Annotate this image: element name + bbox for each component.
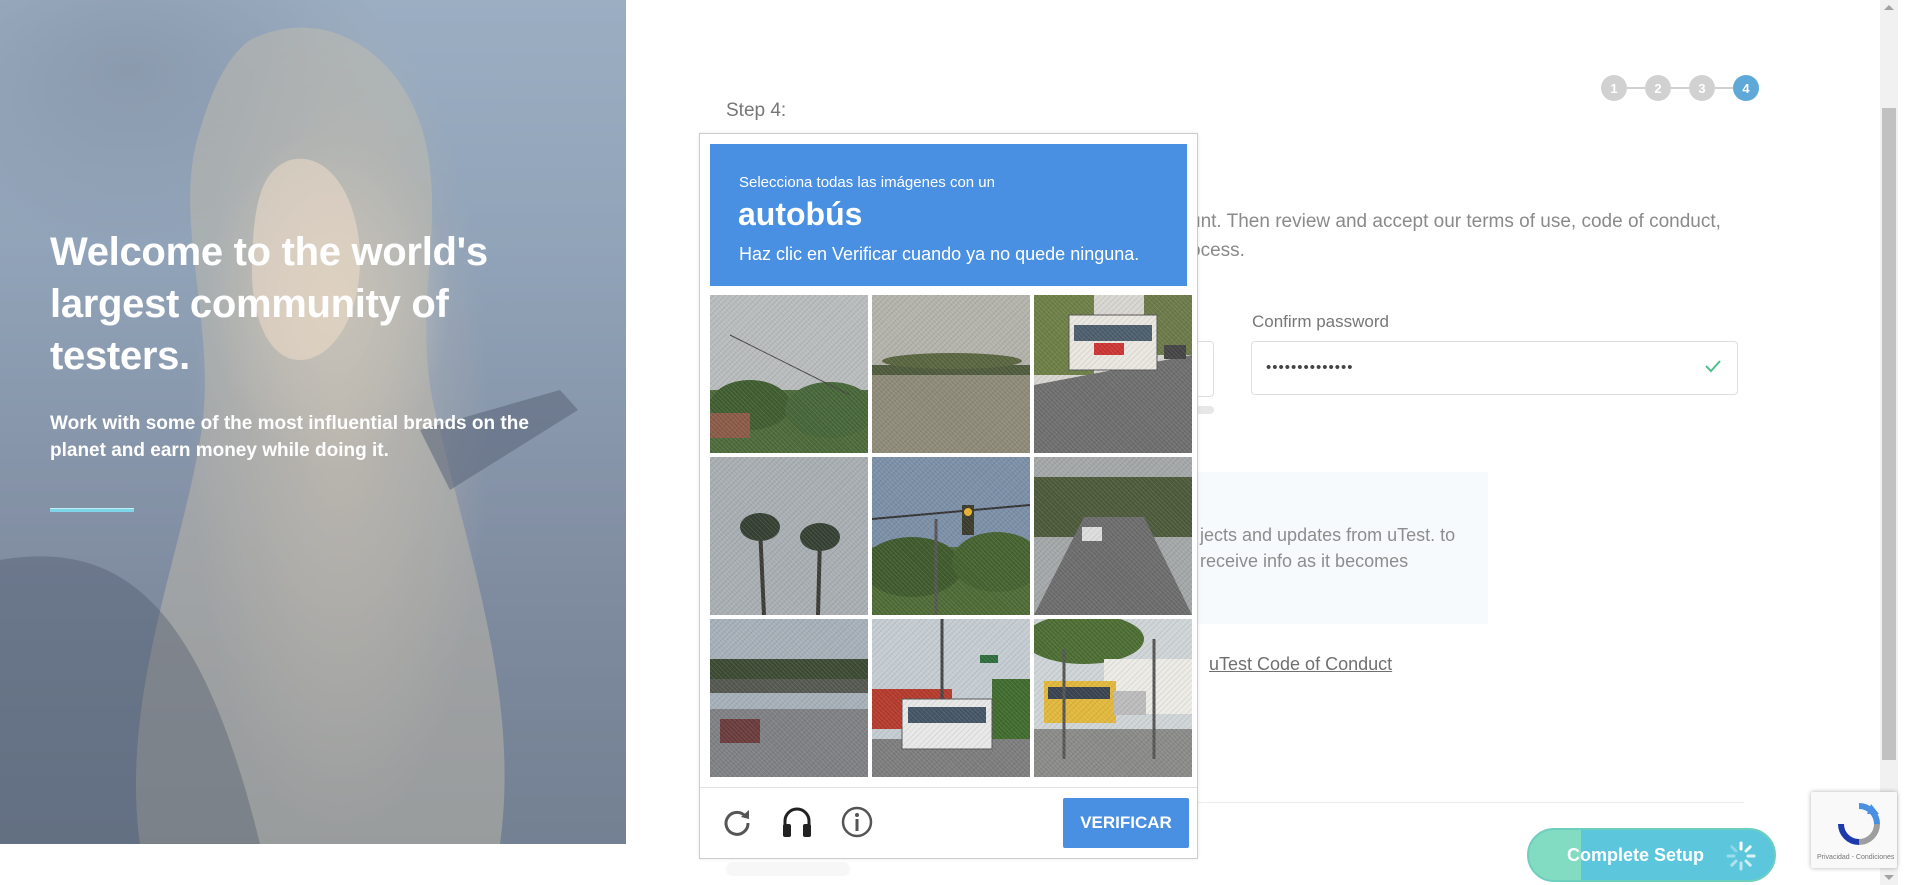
recaptcha-terms: Privacidad - Condiciones	[1817, 854, 1895, 861]
form-divider	[1170, 802, 1744, 803]
hero-panel: Welcome to the world's largest community…	[0, 0, 626, 844]
captcha-tile-5[interactable]	[872, 457, 1030, 615]
hero-title: Welcome to the world's largest community…	[50, 230, 488, 378]
step-1: 1	[1601, 75, 1627, 101]
verify-button[interactable]: VERIFICAR	[1063, 798, 1189, 848]
reload-icon[interactable]	[720, 805, 754, 839]
confirm-password-value: ••••••••••••••	[1266, 359, 1354, 376]
step-label: Step 4:	[726, 100, 787, 121]
code-of-conduct-link[interactable]: uTest Code of Conduct	[1209, 654, 1392, 675]
hero-divider	[50, 508, 134, 512]
intro-text: unt. Then review and accept our terms of…	[1190, 211, 1721, 261]
captcha-tile-3[interactable]	[1034, 295, 1192, 453]
challenge-footer: VERIFICAR	[700, 787, 1197, 858]
step-2: 2	[1645, 75, 1671, 101]
audio-icon[interactable]	[780, 805, 814, 839]
newsletter-text: jects and updates from uTest. to receive…	[1200, 525, 1456, 571]
challenge-keyword: autobús	[738, 196, 863, 232]
challenge-instruction: Selecciona todas las imágenes con un	[739, 174, 995, 191]
captcha-tile-2[interactable]	[872, 295, 1030, 453]
captcha-tile-1[interactable]	[710, 295, 868, 453]
captcha-tile-9[interactable]	[1034, 619, 1192, 777]
step-connector	[1715, 87, 1733, 89]
captcha-tile-4[interactable]	[710, 457, 868, 615]
captcha-tile-8[interactable]	[872, 619, 1030, 777]
hidden-back-button	[726, 862, 850, 876]
scroll-down-arrow[interactable]	[1884, 875, 1894, 880]
step-4: 4	[1733, 75, 1759, 101]
page-scrollbar[interactable]	[1880, 0, 1898, 885]
scroll-up-arrow[interactable]	[1884, 5, 1894, 10]
confirm-password-label: Confirm password	[1252, 312, 1389, 331]
captcha-tile-6[interactable]	[1034, 457, 1192, 615]
challenge-header: Selecciona todas las imágenes con un aut…	[710, 144, 1187, 286]
complete-setup-label: Complete Setup	[1567, 845, 1705, 865]
recaptcha-badge[interactable]: Privacidad - Condiciones	[1811, 792, 1897, 868]
hero-subtitle: Work with some of the most influential b…	[50, 413, 529, 461]
recaptcha-challenge: Selecciona todas las imágenes con un aut…	[699, 133, 1198, 859]
step-connector	[1671, 87, 1689, 89]
captcha-tile-7[interactable]	[710, 619, 868, 777]
info-icon[interactable]	[840, 805, 874, 839]
step-connector	[1627, 87, 1645, 89]
recaptcha-logo-icon	[1838, 803, 1880, 845]
check-icon	[1705, 360, 1721, 373]
confirm-password-field[interactable]: ••••••••••••••	[1251, 341, 1738, 395]
scroll-thumb[interactable]	[1882, 108, 1896, 760]
complete-setup-button[interactable]: Complete Setup	[1527, 828, 1776, 882]
step-3: 3	[1689, 75, 1715, 101]
spinner-icon	[1726, 841, 1756, 871]
progress-stepper: 1 2 3 4	[1601, 75, 1759, 101]
challenge-hint: Haz clic en Verificar cuando ya no quede…	[739, 244, 1140, 264]
image-grid	[710, 295, 1192, 777]
